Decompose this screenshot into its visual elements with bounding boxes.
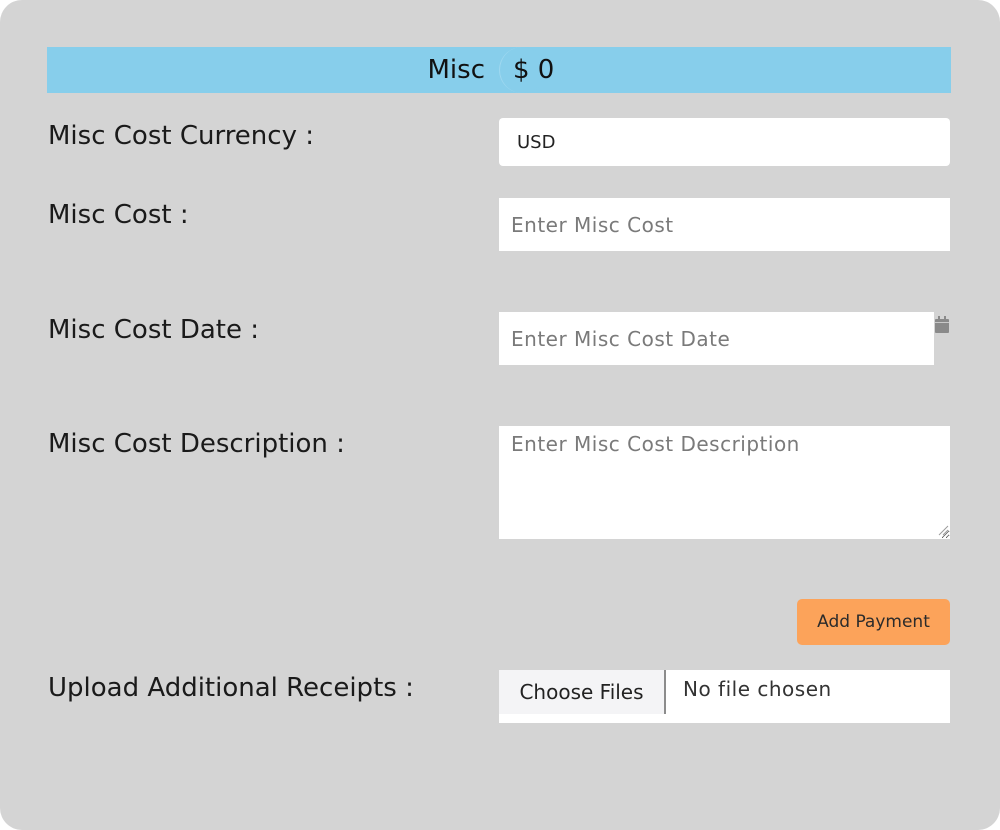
description-label: Misc Cost Description :: [48, 429, 345, 459]
currency-label: Misc Cost Currency :: [48, 121, 314, 151]
header-title: Misc: [427, 55, 486, 85]
calendar-icon[interactable]: [934, 316, 950, 334]
currency-value: USD: [517, 131, 556, 153]
misc-header-bar: Misc $ 0: [47, 47, 951, 93]
description-textarea[interactable]: [499, 426, 950, 539]
upload-label: Upload Additional Receipts :: [48, 673, 414, 703]
add-payment-button[interactable]: Add Payment: [797, 599, 950, 645]
choose-files-button[interactable]: Choose Files: [499, 670, 666, 714]
currency-select[interactable]: USD: [499, 118, 950, 166]
file-status-text: No file chosen: [683, 677, 832, 701]
resize-grip-icon[interactable]: [938, 525, 949, 536]
cost-label: Misc Cost :: [48, 200, 189, 230]
date-input[interactable]: [499, 312, 934, 365]
file-upload-input[interactable]: Choose Files No file chosen: [499, 670, 950, 723]
cost-input[interactable]: [499, 198, 950, 251]
header-amount: $ 0: [513, 55, 555, 85]
misc-cost-card: Misc $ 0 Misc Cost Currency : USD Misc C…: [0, 0, 1000, 830]
date-label: Misc Cost Date :: [48, 315, 259, 345]
